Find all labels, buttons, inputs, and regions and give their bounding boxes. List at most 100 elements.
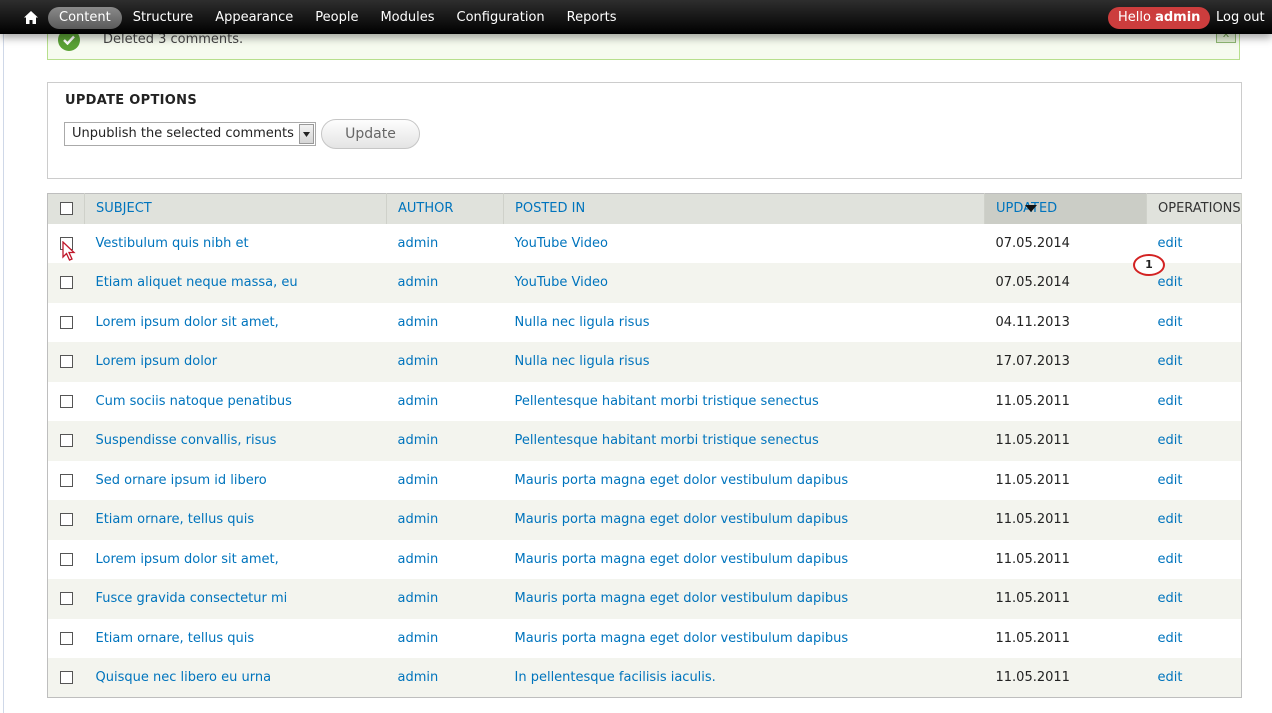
subject-link[interactable]: Lorem ipsum dolor sit amet, — [96, 315, 279, 330]
posted-in-link[interactable]: Nulla nec ligula risus — [515, 315, 650, 330]
row-checkbox[interactable] — [60, 592, 73, 606]
update-options-fieldset: UPDATE OPTIONS Unpublish the selected co… — [47, 82, 1242, 179]
row-checkbox[interactable] — [60, 552, 73, 566]
edit-link[interactable]: edit — [1158, 354, 1183, 369]
posted-in-link[interactable]: Mauris porta magna eget dolor vestibulum… — [515, 512, 849, 527]
mouse-cursor-icon — [62, 241, 76, 261]
subject-link[interactable]: Etiam ornare, tellus quis — [96, 631, 255, 646]
author-link[interactable]: admin — [398, 631, 439, 646]
author-link[interactable]: admin — [398, 670, 439, 685]
edit-link[interactable]: edit — [1158, 433, 1183, 448]
row-checkbox[interactable] — [60, 394, 73, 408]
row-checkbox[interactable] — [60, 473, 73, 487]
posted-in-link[interactable]: Nulla nec ligula risus — [515, 354, 650, 369]
edit-link[interactable]: edit — [1158, 236, 1183, 251]
subject-cell: Lorem ipsum dolor sit amet, — [85, 540, 387, 580]
edit-link[interactable]: edit — [1158, 394, 1183, 409]
author-link[interactable]: admin — [398, 275, 439, 290]
row-checkbox[interactable] — [60, 513, 73, 527]
subject-cell: Sed ornare ipsum id libero — [85, 461, 387, 501]
edit-link[interactable]: edit — [1158, 591, 1183, 606]
select-all-checkbox[interactable] — [60, 202, 73, 216]
posted-in-link[interactable]: In pellentesque facilisis iaculis. — [515, 670, 716, 685]
edit-link[interactable]: edit — [1158, 512, 1183, 527]
subject-link[interactable]: Cum sociis natoque penatibus — [96, 394, 292, 409]
edit-link[interactable]: edit — [1158, 275, 1183, 290]
edit-link[interactable]: edit — [1158, 552, 1183, 567]
author-link[interactable]: admin — [398, 433, 439, 448]
posted-in-link[interactable]: Mauris porta magna eget dolor vestibulum… — [515, 473, 849, 488]
header-author[interactable]: AUTHOR — [386, 193, 504, 224]
table-header-row: SUBJECT AUTHOR POSTED IN UPDATED OPERATI… — [47, 193, 1242, 224]
posted-in-link[interactable]: Mauris porta magna eget dolor vestibulum… — [515, 631, 849, 646]
posted-in-cell: Mauris porta magna eget dolor vestibulum… — [504, 579, 985, 619]
author-link[interactable]: admin — [398, 236, 439, 251]
author-link[interactable]: admin — [398, 354, 439, 369]
row-checkbox[interactable] — [60, 276, 73, 290]
posted-in-link[interactable]: Mauris porta magna eget dolor vestibulum… — [515, 552, 849, 567]
sort-desc-icon[interactable] — [1025, 205, 1037, 212]
header-updated[interactable]: UPDATED — [984, 193, 1147, 224]
subject-link[interactable]: Vestibulum quis nibh et — [96, 236, 249, 251]
row-checkbox[interactable] — [60, 355, 73, 369]
subject-link[interactable]: Etiam ornare, tellus quis — [96, 512, 255, 527]
nav-configuration[interactable]: Configuration — [446, 7, 556, 29]
update-options-legend: UPDATE OPTIONS — [65, 93, 197, 108]
row-checkbox[interactable] — [60, 434, 73, 448]
author-link[interactable]: admin — [398, 315, 439, 330]
subject-link[interactable]: Etiam aliquet neque massa, eu — [96, 275, 298, 290]
author-link[interactable]: admin — [398, 512, 439, 527]
author-link[interactable]: admin — [398, 591, 439, 606]
sort-posted-in-link[interactable]: POSTED IN — [515, 201, 585, 216]
sort-subject-link[interactable]: SUBJECT — [96, 201, 152, 216]
nav-appearance[interactable]: Appearance — [204, 7, 304, 29]
edit-link[interactable]: edit — [1158, 315, 1183, 330]
edit-link[interactable]: edit — [1158, 473, 1183, 488]
header-posted-in[interactable]: POSTED IN — [503, 193, 985, 224]
posted-in-link[interactable]: YouTube Video — [515, 275, 608, 290]
row-select-cell — [48, 579, 85, 619]
subject-link[interactable]: Lorem ipsum dolor — [96, 354, 218, 369]
operation-select-value: Unpublish the selected comments — [72, 126, 294, 141]
subject-cell: Fusce gravida consectetur mi — [85, 579, 387, 619]
chevron-down-icon[interactable] — [299, 124, 314, 144]
posted-in-link[interactable]: Pellentesque habitant morbi tristique se… — [515, 394, 819, 409]
user-greeting[interactable]: Hello admin — [1108, 7, 1211, 29]
subject-link[interactable]: Lorem ipsum dolor sit amet, — [96, 552, 279, 567]
logout-link[interactable]: Log out — [1216, 7, 1265, 29]
nav-structure[interactable]: Structure — [122, 7, 204, 29]
row-checkbox[interactable] — [60, 315, 73, 329]
updated-cell: 07.05.2014 — [995, 235, 1070, 251]
posted-in-cell: Pellentesque habitant morbi tristique se… — [504, 421, 985, 461]
posted-in-link[interactable]: Mauris porta magna eget dolor vestibulum… — [515, 591, 849, 606]
subject-link[interactable]: Fusce gravida consectetur mi — [96, 591, 288, 606]
subject-cell: Etiam aliquet neque massa, eu — [85, 263, 387, 303]
author-link[interactable]: admin — [398, 473, 439, 488]
nav-reports[interactable]: Reports — [556, 7, 628, 29]
home-link[interactable] — [18, 5, 44, 29]
nav-modules[interactable]: Modules — [369, 7, 445, 29]
row-checkbox[interactable] — [60, 631, 73, 645]
nav-people[interactable]: People — [304, 7, 369, 29]
update-button[interactable]: Update — [321, 119, 420, 149]
header-operations: OPERATIONS — [1146, 193, 1242, 224]
subject-link[interactable]: Sed ornare ipsum id libero — [96, 473, 267, 488]
subject-cell: Cum sociis natoque penatibus — [85, 382, 387, 422]
row-checkbox[interactable] — [60, 671, 73, 684]
operation-select[interactable]: Unpublish the selected comments — [64, 122, 316, 146]
sort-author-link[interactable]: AUTHOR — [398, 201, 453, 216]
edit-link[interactable]: edit — [1158, 631, 1183, 646]
row-select-cell — [48, 382, 85, 422]
nav-content[interactable]: Content — [48, 7, 122, 29]
edit-link[interactable]: edit — [1158, 670, 1183, 685]
table-row: Lorem ipsum dolor sit amet, admin Mauris p… — [48, 540, 1242, 580]
header-subject[interactable]: SUBJECT — [84, 193, 387, 224]
posted-in-link[interactable]: YouTube Video — [515, 236, 608, 251]
table-row: Vestibulum quis nibh et admin YouTube Vide… — [48, 224, 1242, 264]
author-link[interactable]: admin — [398, 394, 439, 409]
subject-link[interactable]: Suspendisse convallis, risus — [96, 433, 277, 448]
author-cell: admin — [387, 579, 504, 619]
author-link[interactable]: admin — [398, 552, 439, 567]
subject-link[interactable]: Quisque nec libero eu urna — [96, 670, 272, 685]
posted-in-link[interactable]: Pellentesque habitant morbi tristique se… — [515, 433, 819, 448]
